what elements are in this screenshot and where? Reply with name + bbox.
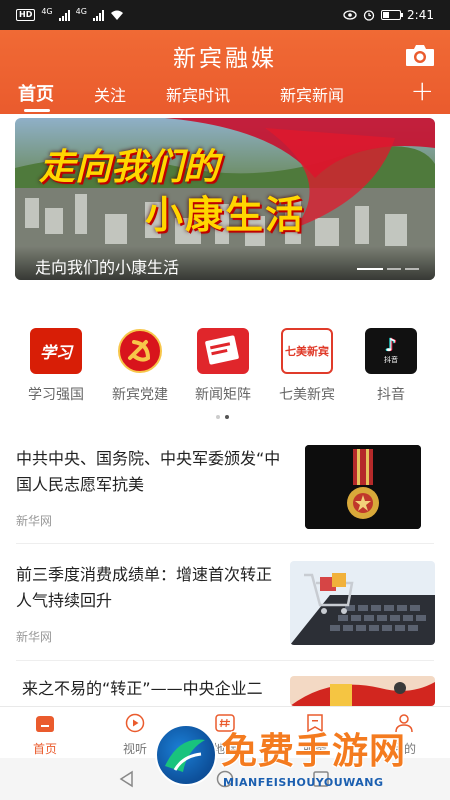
back-icon[interactable] xyxy=(118,770,136,788)
news-item[interactable]: 前三季度消费成绩单：增速首次转正 人气持续回升 新华网 xyxy=(0,558,450,660)
banner-heading-line2: 小康生活 xyxy=(145,192,306,237)
shortcut-qimei[interactable]: 七美新宾 七美新宾 xyxy=(262,328,352,404)
shortcut-xuexi[interactable]: 学习 学习强国 xyxy=(11,328,101,404)
shortcut-label: 七美新宾 xyxy=(279,387,335,403)
shortcut-party[interactable]: 新宾党建 xyxy=(95,328,185,404)
news-source: 新华网 xyxy=(16,514,53,528)
camera-icon xyxy=(406,45,434,66)
active-tab-indicator xyxy=(24,109,50,112)
battery-icon xyxy=(381,10,404,20)
play-icon xyxy=(125,713,145,733)
add-channel-button[interactable]: + xyxy=(411,76,434,106)
alarm-icon xyxy=(363,10,375,21)
xuexi-icon: 学习 xyxy=(30,328,82,374)
shopping-cart-keyboard-image xyxy=(290,561,435,645)
red-banner-image xyxy=(290,676,435,706)
network-type-1: 4G xyxy=(41,6,53,16)
news-matrix-icon xyxy=(197,328,249,374)
douyin-icon: ♪ 抖音 xyxy=(365,328,417,374)
nav-label: 首页 xyxy=(32,742,57,756)
news-title: 前三季度消费成绩单：增速首次转正 人气持续回升 xyxy=(16,565,273,610)
news-source: 新华网 xyxy=(16,630,53,644)
hero-banner[interactable]: 走向我们的 小康生活 走向我们的小康生活 xyxy=(15,118,435,280)
banner-caption: 走向我们的小康生活 xyxy=(15,246,435,280)
shortcut-label: 抖音 xyxy=(377,387,405,403)
tab-xinbin-express[interactable]: 新宾时讯 xyxy=(166,82,230,106)
party-emblem-icon xyxy=(114,328,166,374)
watermark-text: 免费手游网 xyxy=(221,731,407,772)
network-type-2: 4G xyxy=(75,6,87,16)
medal-image xyxy=(305,445,421,529)
watermark-subtext: MIANFEISHOUYOUWANG xyxy=(223,776,384,789)
tab-xinbin-news[interactable]: 新宾新闻 xyxy=(280,82,344,106)
banner-heading-line1: 走向我们的 xyxy=(39,146,220,188)
news-title: 中共中央、国务院、中央军委颁发“中国人民志愿军抗美 xyxy=(16,449,281,494)
eye-icon xyxy=(343,10,357,20)
qimei-badge: 七美新宾 xyxy=(285,345,329,358)
news-item[interactable]: 来之不易的“转正”——中央企业二季… xyxy=(0,676,450,724)
news-item[interactable]: 中共中央、国务院、中央军委颁发“中国人民志愿军抗美 新华网 xyxy=(0,440,450,542)
shortcut-grid: 学习 学习强国 新宾党建 新闻矩阵 七美新宾 七美新宾 ♪ 抖音 抖音 xyxy=(0,328,450,408)
tab-follow[interactable]: 关注 xyxy=(94,82,126,106)
signal-icon-2 xyxy=(92,9,104,21)
divider xyxy=(16,660,434,661)
status-bar: HD 4G 4G 2:41 xyxy=(0,0,450,30)
watermark-overlay: 免费手游网 MIANFEISHOUYOUWANG xyxy=(155,718,450,800)
nav-home[interactable]: 首页 xyxy=(15,713,75,757)
hd-badge: HD xyxy=(16,9,36,21)
status-time: 2:41 xyxy=(407,8,434,22)
home-icon xyxy=(36,716,54,732)
channel-tabs: 首页 关注 新宾时讯 新宾新闻 + xyxy=(0,76,450,114)
shortcut-label: 新宾党建 xyxy=(112,387,168,403)
tab-home[interactable]: 首页 xyxy=(18,80,54,106)
camera-button[interactable] xyxy=(404,42,436,68)
douyin-badge: 抖音 xyxy=(384,356,398,364)
shortcut-pager xyxy=(216,415,229,419)
qimei-icon: 七美新宾 xyxy=(281,328,333,374)
app-header: 新宾融媒 首页 关注 新宾时讯 新宾新闻 + xyxy=(0,30,450,114)
wifi-icon xyxy=(110,10,123,20)
xuexi-badge: 学习 xyxy=(39,343,72,362)
status-right: 2:41 xyxy=(343,8,434,22)
watermark-logo-icon xyxy=(155,724,217,786)
signal-icon xyxy=(58,9,70,21)
shortcut-label: 新闻矩阵 xyxy=(195,387,251,403)
divider xyxy=(16,543,434,544)
banner-pager xyxy=(357,268,419,270)
app-title: 新宾融媒 xyxy=(173,46,277,72)
shortcut-news-matrix[interactable]: 新闻矩阵 xyxy=(178,328,268,404)
shortcut-douyin[interactable]: ♪ 抖音 抖音 xyxy=(346,328,436,404)
shortcut-label: 学习强国 xyxy=(28,387,84,403)
status-left: HD 4G 4G xyxy=(16,6,124,21)
